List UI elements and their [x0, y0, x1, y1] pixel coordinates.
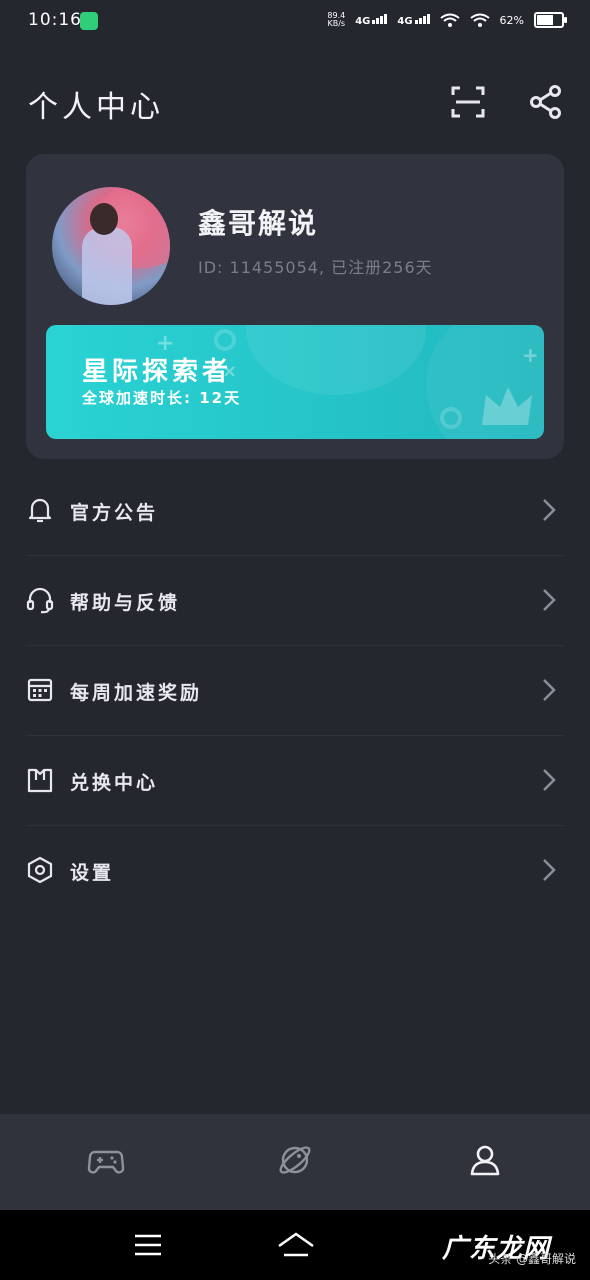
- chevron-right-icon: [543, 859, 556, 881]
- menu-icon[interactable]: [132, 1230, 164, 1260]
- chevron-right-icon: [543, 679, 556, 701]
- avatar-figure: [82, 227, 132, 305]
- bell-icon: [26, 496, 54, 524]
- avatar[interactable]: [52, 187, 170, 305]
- calendar-icon: [26, 676, 54, 704]
- net-speed: 89.4 KB/s: [327, 11, 346, 28]
- vip-duration: 全球加速时长: 12天: [82, 389, 242, 407]
- vip-membership-banner[interactable]: + × + 星际探索者 全球加速时长: 12天: [46, 325, 544, 439]
- page-title: 个人中心: [28, 90, 164, 125]
- menu-label: 每周加速奖励: [70, 682, 203, 704]
- share-icon: [530, 85, 561, 119]
- chevron-right-icon: [543, 499, 556, 521]
- menu-label: 帮助与反馈: [70, 592, 181, 614]
- menu-label: 兑换中心: [70, 772, 159, 794]
- menu-label: 设置: [70, 862, 115, 884]
- share-button[interactable]: [528, 84, 564, 120]
- bottom-tab-bar: [0, 1114, 590, 1210]
- hexagon-settings-icon: [26, 856, 54, 884]
- home-icon[interactable]: [276, 1230, 316, 1260]
- wifi-icon: [439, 13, 460, 27]
- menu-item-redeem-center[interactable]: 兑换中心: [26, 736, 564, 826]
- crown-icon: [482, 387, 532, 425]
- tab-explore[interactable]: [275, 1140, 315, 1180]
- cell-signal-icon: 4G: [355, 13, 388, 27]
- system-nav-bar: 广东龙网 头条 @鑫哥解说: [0, 1210, 590, 1280]
- shirt-icon: [26, 766, 54, 794]
- banner-decoration: [440, 407, 462, 429]
- cell-signal-label: 4G: [355, 15, 371, 27]
- banner-decoration: [246, 325, 426, 395]
- battery-icon: [534, 12, 567, 28]
- user-id-registration: ID: 11455054, 已注册256天: [198, 258, 433, 277]
- menu-list: 官方公告 帮助与反馈 每周加速奖励 兑换中心 设置: [26, 466, 564, 915]
- status-time: 10:16: [28, 10, 82, 30]
- chevron-right-icon: [543, 589, 556, 611]
- username: 鑫哥解说: [198, 207, 319, 240]
- avatar-head: [90, 203, 118, 235]
- menu-item-announcements[interactable]: 官方公告: [26, 466, 564, 556]
- chevron-right-icon: [543, 769, 556, 791]
- user-icon: [470, 1145, 500, 1176]
- app-notification-icon: [80, 12, 98, 30]
- cell-signal-icon: 4G: [397, 13, 430, 27]
- scan-button[interactable]: [450, 84, 486, 120]
- wifi-icon: [469, 13, 490, 27]
- headset-icon: [26, 586, 54, 614]
- status-bar: 10:16 89.4 KB/s 4G 4G 62%: [0, 0, 590, 44]
- banner-decoration: +: [522, 343, 539, 367]
- tab-games[interactable]: [86, 1140, 126, 1180]
- gamepad-icon: [87, 1150, 125, 1174]
- banner-decoration: [214, 329, 236, 351]
- menu-item-settings[interactable]: 设置: [26, 826, 564, 915]
- menu-item-weekly-rewards[interactable]: 每周加速奖励: [26, 646, 564, 736]
- menu-item-help-feedback[interactable]: 帮助与反馈: [26, 556, 564, 646]
- cell-signal-label: 4G: [397, 15, 413, 27]
- scan-icon: [451, 86, 485, 118]
- battery-percent: 62%: [499, 13, 524, 27]
- planet-icon: [279, 1146, 311, 1174]
- tab-profile[interactable]: [465, 1140, 505, 1180]
- menu-label: 官方公告: [70, 502, 159, 524]
- vip-title: 星际探索者: [82, 357, 233, 387]
- watermark-text: 头条 @鑫哥解说: [488, 1252, 576, 1266]
- profile-card: 鑫哥解说 ID: 11455054, 已注册256天 + × + 星际探索者 全…: [26, 154, 564, 459]
